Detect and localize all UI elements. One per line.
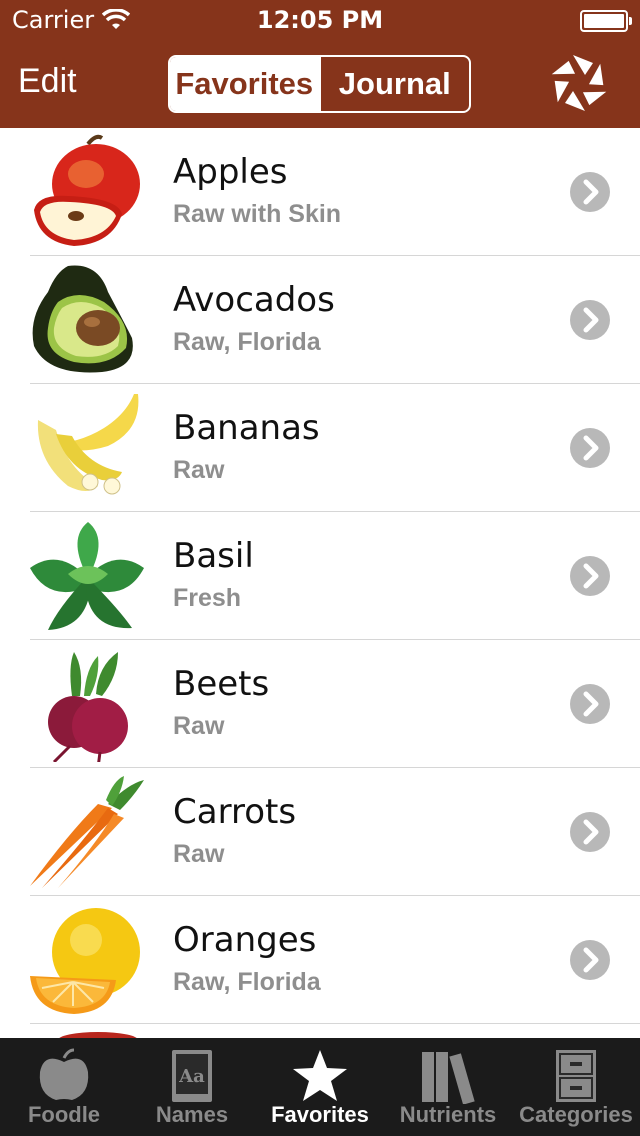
aperture-logo-icon[interactable] [548,52,610,114]
food-name: Bananas [173,408,320,448]
food-name: Avocados [173,280,335,320]
food-detail: Raw, Florida [173,328,321,356]
apple-icon [34,134,140,246]
basil-icon [30,522,144,630]
apple-tab-icon [39,1048,89,1100]
status-bar: Carrier 12:05 PM [0,0,640,40]
list-item-oranges[interactable]: Oranges Raw, Florida [0,896,640,1024]
tab-bar: Foodle Aa Names Favorites Nutrients Cate… [0,1038,640,1136]
segment-journal[interactable]: Journal [318,57,470,111]
beet-icon [48,652,128,762]
cabinet-icon [556,1050,596,1102]
orange-icon [30,908,140,1014]
tab-label: Categories [519,1102,633,1127]
list-item-carrots[interactable]: Carrots Raw [0,768,640,896]
chevron-right-icon[interactable] [570,300,610,340]
food-detail: Fresh [173,584,242,612]
status-time: 12:05 PM [256,6,384,34]
food-detail: Raw, Florida [173,968,321,996]
favorites-journal-segmented-control: Favorites Journal [168,55,471,113]
chevron-right-icon[interactable] [570,940,610,980]
segment-favorites[interactable]: Favorites [170,57,319,111]
food-detail: Raw [173,456,225,484]
food-detail: Raw [173,840,225,868]
navigation-header: Carrier 12:05 PM Edit Favorites Journal [0,0,640,128]
tab-foodle[interactable]: Foodle [0,1038,128,1136]
chevron-right-icon[interactable] [570,556,610,596]
food-name: Carrots [173,792,297,832]
edit-button[interactable]: Edit [18,62,77,101]
tab-categories[interactable]: Categories [512,1038,640,1136]
food-detail: Raw [173,712,225,740]
tab-label: Names [155,1102,229,1127]
food-name: Apples [173,152,288,192]
tab-label: Nutrients [399,1102,497,1127]
star-icon [293,1050,347,1101]
tab-favorites[interactable]: Favorites [256,1038,384,1136]
tab-nutrients[interactable]: Nutrients [384,1038,512,1136]
tab-label: Favorites [271,1102,369,1127]
dictionary-icon: Aa [172,1050,212,1102]
food-name: Oranges [173,920,317,960]
banana-icon [37,394,139,495]
chevron-right-icon[interactable] [570,684,610,724]
food-name: Beets [173,664,270,704]
list-item-beets[interactable]: Beets Raw [0,640,640,768]
list-item-avocados[interactable]: Avocados Raw, Florida [0,256,640,384]
food-detail: Raw with Skin [173,200,342,228]
books-icon [422,1052,475,1104]
chevron-right-icon[interactable] [570,428,610,468]
tab-label: Foodle [27,1102,101,1127]
battery-icon [580,10,632,32]
list-item-basil[interactable]: Basil Fresh [0,512,640,640]
carrot-icon [30,776,144,888]
avocado-icon [32,265,133,373]
chevron-right-icon[interactable] [570,172,610,212]
svg-text:Aa: Aa [178,1066,205,1087]
tab-names[interactable]: Aa Names [128,1038,256,1136]
favorites-list: Apples Raw with Skin Avocados Raw, Flori… [0,128,640,1038]
list-item-apples[interactable]: Apples Raw with Skin [0,128,640,256]
list-item-bananas[interactable]: Bananas Raw [0,384,640,512]
chevron-right-icon[interactable] [570,812,610,852]
food-name: Basil [173,536,254,576]
